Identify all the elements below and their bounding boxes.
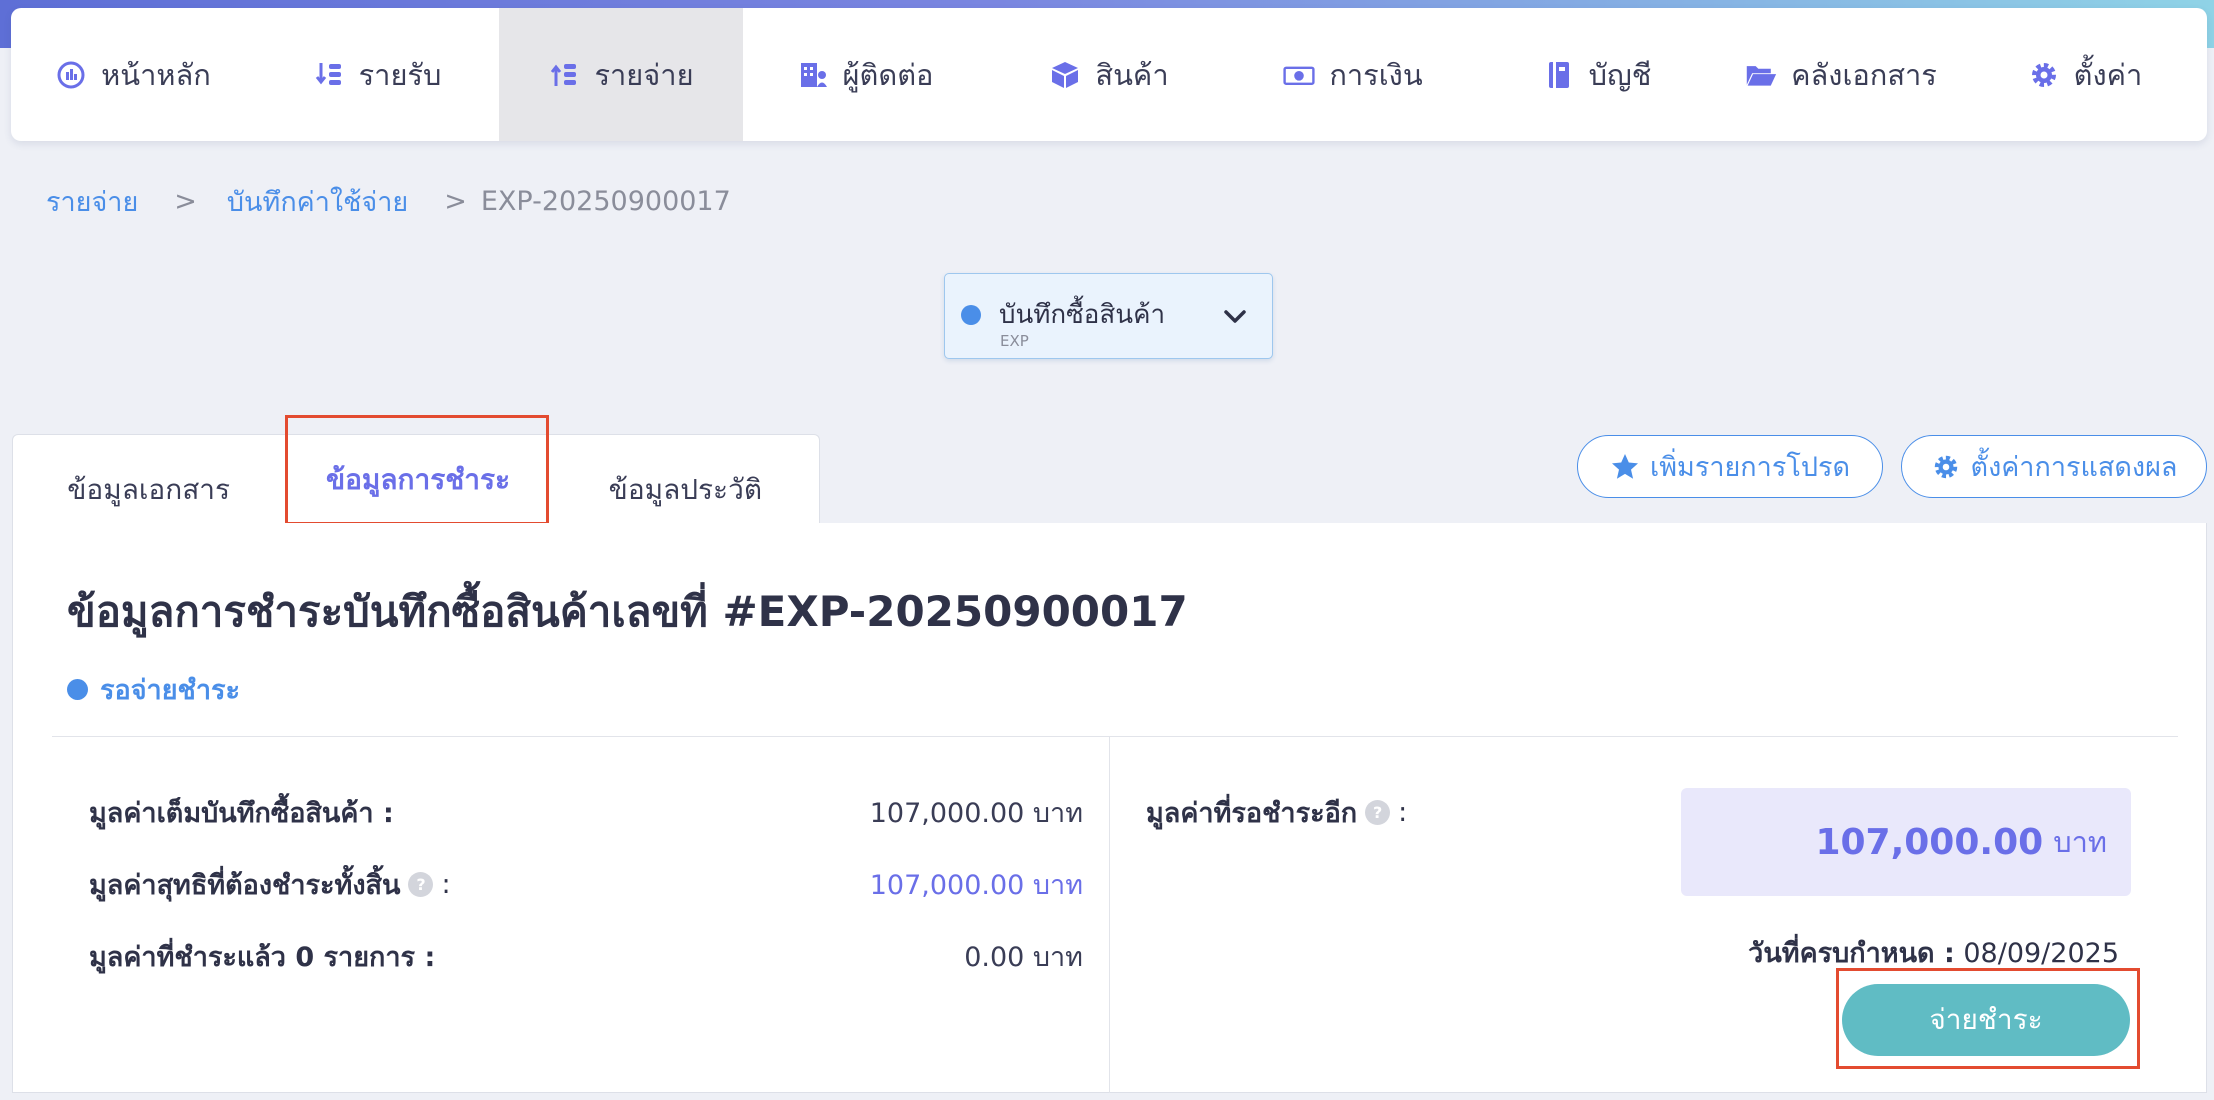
doc-type-code: EXP bbox=[1000, 332, 1029, 350]
chevron-down-icon bbox=[1224, 310, 1246, 323]
breadcrumb: รายจ่าย > บันทึกค่าใช้จ่าย > EXP-2025090… bbox=[46, 180, 731, 223]
nav-item-label: รายรับ bbox=[358, 57, 442, 92]
remaining-label-group: มูลค่าที่รอชำระอีก ? : bbox=[1146, 791, 1407, 834]
money-bill-icon bbox=[1283, 59, 1315, 91]
paid-value-row: มูลค่าที่ชำระแล้ว 0 รายการ : 0.00 บาท bbox=[89, 935, 1083, 978]
nav-item-finance[interactable]: การเงิน bbox=[1231, 8, 1475, 141]
document-type-dropdown[interactable]: บันทึกซื้อสินค้า EXP bbox=[944, 273, 1273, 359]
highlight-box-pay bbox=[1836, 968, 2140, 1069]
paid-value: 0.00 บาท bbox=[964, 942, 1083, 973]
tab-document-info[interactable]: ข้อมูลเอกสาร bbox=[13, 435, 284, 524]
breadcrumb-current: EXP-20250900017 bbox=[480, 186, 731, 217]
remaining-unit: บาท bbox=[2053, 825, 2107, 859]
net-value-row: มูลค่าสุทธิที่ต้องชำระทั้งสิ้น ? : 107,0… bbox=[89, 863, 1083, 906]
divider bbox=[52, 736, 2178, 737]
nav-item-products[interactable]: สินค้า bbox=[987, 8, 1231, 141]
dashboard-gauge-icon bbox=[55, 59, 87, 91]
label-colon: : bbox=[441, 869, 451, 900]
main-nav: หน้าหลัก รายรับ รายจ่าย ผู้ติดต่อ สินค้า… bbox=[11, 8, 2207, 141]
tab-history[interactable]: ข้อมูลประวัติ bbox=[552, 435, 819, 524]
account-book-icon bbox=[1543, 59, 1575, 91]
income-arrows-coins-icon bbox=[313, 59, 345, 91]
nav-item-label: หน้าหลัก bbox=[101, 57, 211, 92]
nav-item-label: รายจ่าย bbox=[594, 57, 694, 92]
nav-item-label: คลังเอกสาร bbox=[1791, 57, 1937, 92]
full-value-row: มูลค่าเต็มบันทึกซื้อสินค้า : 107,000.00 … bbox=[89, 791, 1083, 834]
full-value: 107,000.00 บาท bbox=[869, 798, 1083, 829]
nav-item-label: สินค้า bbox=[1095, 57, 1169, 92]
nav-item-income[interactable]: รายรับ bbox=[255, 8, 499, 141]
nav-item-accounting[interactable]: บัญชี bbox=[1475, 8, 1719, 141]
column-divider bbox=[1109, 737, 1110, 1093]
display-settings-label: ตั้งค่าการแสดงผล bbox=[1970, 452, 2178, 483]
nav-item-documents[interactable]: คลังเอกสาร bbox=[1719, 8, 1963, 141]
nav-item-settings[interactable]: ตั้งค่า bbox=[1963, 8, 2207, 141]
nav-item-label: การเงิน bbox=[1329, 57, 1423, 92]
folder-open-icon bbox=[1745, 59, 1777, 91]
label-colon: : bbox=[1398, 797, 1408, 828]
expense-arrows-coins-icon bbox=[548, 59, 580, 91]
breadcrumb-expense-record-link[interactable]: บันทึกค่าใช้จ่าย bbox=[227, 180, 408, 223]
display-settings-button[interactable]: ตั้งค่าการแสดงผล bbox=[1901, 435, 2207, 498]
nav-item-contacts[interactable]: ผู้ติดต่อ bbox=[743, 8, 987, 141]
status-dot bbox=[67, 679, 88, 700]
product-box-icon bbox=[1049, 59, 1081, 91]
remaining-amount-box: 107,000.00 บาท bbox=[1681, 788, 2131, 896]
due-date-label: วันที่ครบกำหนด : bbox=[1748, 938, 1955, 969]
status-label: รอจ่ายชำระ bbox=[100, 675, 241, 706]
doc-type-dot bbox=[961, 305, 981, 325]
nav-item-label: ผู้ติดต่อ bbox=[842, 57, 934, 92]
nav-item-label: บัญชี bbox=[1588, 57, 1652, 92]
full-value-label: มูลค่าเต็มบันทึกซื้อสินค้า : bbox=[89, 798, 394, 829]
paid-value-label: มูลค่าที่ชำระแล้ว 0 รายการ : bbox=[89, 942, 436, 973]
breadcrumb-separator: > bbox=[174, 186, 197, 217]
remaining-label: มูลค่าที่รอชำระอีก bbox=[1146, 798, 1358, 829]
net-value-label: มูลค่าสุทธิที่ต้องชำระทั้งสิ้น bbox=[89, 870, 401, 901]
breadcrumb-expense-link[interactable]: รายจ่าย bbox=[46, 180, 138, 223]
contacts-building-icon bbox=[797, 59, 829, 91]
nav-item-home[interactable]: หน้าหลัก bbox=[11, 8, 255, 141]
net-value-label-group: มูลค่าสุทธิที่ต้องชำระทั้งสิ้น ? : bbox=[89, 863, 451, 906]
gear-icon bbox=[1934, 455, 1957, 478]
due-date-value: 08/09/2025 bbox=[1963, 938, 2119, 969]
nav-item-label: ตั้งค่า bbox=[2073, 57, 2143, 92]
gear-icon bbox=[2028, 59, 2060, 91]
net-value: 107,000.00 บาท bbox=[869, 870, 1083, 901]
doc-type-label: บันทึกซื้อสินค้า bbox=[999, 300, 1166, 330]
star-icon bbox=[1612, 453, 1638, 479]
breadcrumb-separator: > bbox=[444, 186, 467, 217]
page-title: ข้อมูลการชำระบันทึกซื้อสินค้าเลขที่ #EXP… bbox=[67, 587, 1188, 636]
help-icon[interactable]: ? bbox=[1365, 800, 1391, 825]
add-favorite-button[interactable]: เพิ่มรายการโปรด bbox=[1577, 435, 1883, 498]
highlight-box-tab bbox=[285, 415, 549, 525]
add-favorite-label: เพิ่มรายการโปรด bbox=[1650, 452, 1850, 483]
nav-item-expense[interactable]: รายจ่าย bbox=[499, 8, 743, 141]
remaining-amount: 107,000.00 bbox=[1815, 821, 2044, 863]
help-icon[interactable]: ? bbox=[408, 872, 434, 897]
status-badge: รอจ่ายชำระ bbox=[67, 668, 240, 711]
